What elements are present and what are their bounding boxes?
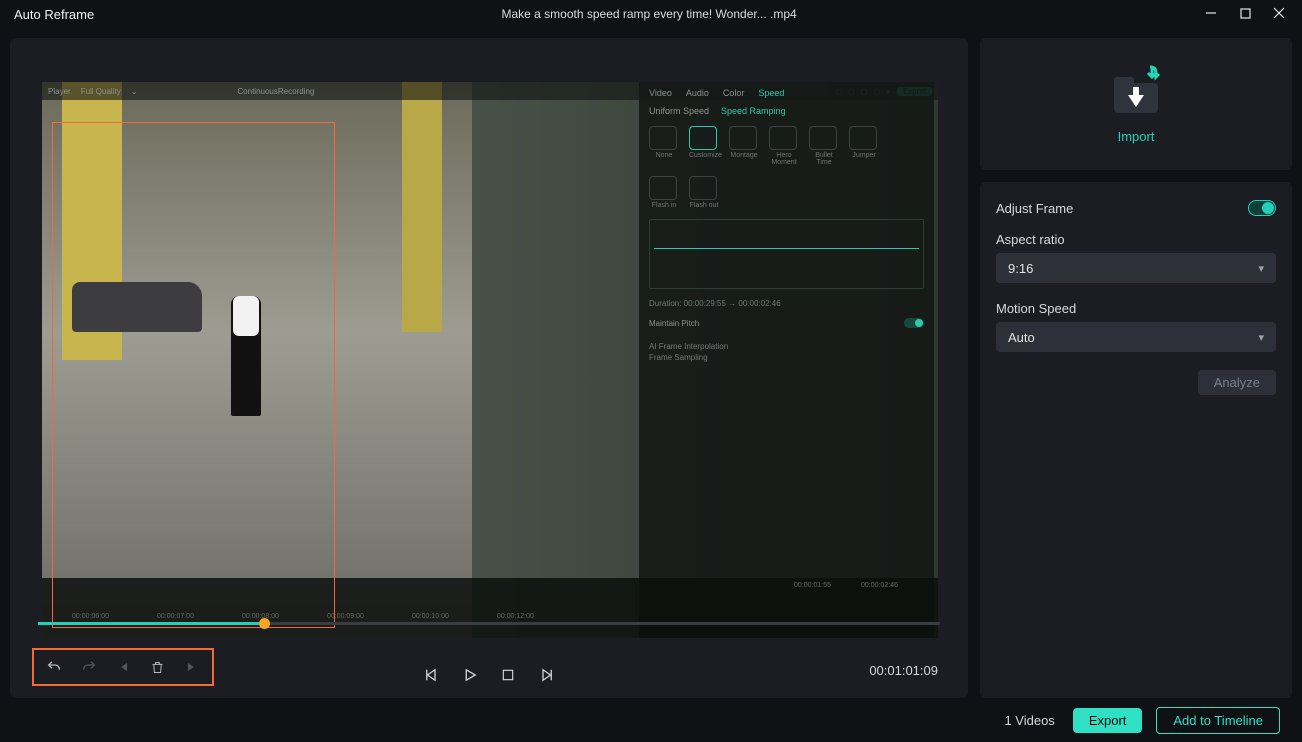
main-area: Player Full Quality ⌄ ContinuousRecordin… <box>0 28 1302 698</box>
app-title: Auto Reframe <box>8 7 94 22</box>
scrubber-thumb[interactable] <box>259 618 270 629</box>
maintain-pitch-label: Maintain Pitch <box>649 319 699 328</box>
next-frame-button[interactable] <box>537 666 555 684</box>
preview-panel: Player Full Quality ⌄ ContinuousRecordin… <box>10 38 968 698</box>
speed-curve <box>649 219 924 289</box>
inner-clip-time-b: 00:00:02:46 <box>861 582 898 589</box>
inner-quality-label: Full Quality <box>81 87 121 96</box>
duration-readout: Duration: 00:00:29:55 → 00:00:02:46 <box>649 299 924 308</box>
preset-flashin: Flash in <box>652 202 677 209</box>
maintain-pitch-toggle <box>904 318 924 328</box>
adjust-frame-label: Adjust Frame <box>996 201 1073 216</box>
window-controls <box>1204 7 1294 22</box>
side-panel: Import Adjust Frame Aspect ratio 9:16 ▾ … <box>980 38 1292 698</box>
preset-jumper: Jumper <box>852 152 875 159</box>
inner-recording-label: ContinuousRecording <box>237 87 314 96</box>
preset-customize: Customize <box>689 152 722 159</box>
motion-speed-label: Motion Speed <box>996 301 1276 316</box>
chevron-down-icon: ▾ <box>1258 262 1264 275</box>
import-card[interactable]: Import <box>980 38 1292 170</box>
chevron-down-icon: ⌄ <box>131 87 138 96</box>
export-button[interactable]: Export <box>1073 708 1143 733</box>
inner-tab-color: Color <box>723 88 745 98</box>
minimize-button[interactable] <box>1204 7 1218 22</box>
import-icon <box>1106 65 1166 121</box>
settings-card: Adjust Frame Aspect ratio 9:16 ▾ Motion … <box>980 182 1292 698</box>
preset-flashout: Flash out <box>690 202 719 209</box>
preset-montage: Montage <box>730 152 757 159</box>
inner-player-label: Player <box>48 87 71 96</box>
transport-controls <box>10 666 968 684</box>
interp-label: AI Frame Interpolation <box>649 342 924 351</box>
add-to-timeline-button[interactable]: Add to Timeline <box>1156 707 1280 734</box>
aspect-ratio-label: Aspect ratio <box>996 232 1276 247</box>
preset-bullet: Bullet Time <box>815 152 833 166</box>
motion-speed-select[interactable]: Auto ▾ <box>996 322 1276 352</box>
aspect-ratio-select[interactable]: 9:16 ▾ <box>996 253 1276 283</box>
prev-frame-button[interactable] <box>423 666 441 684</box>
aspect-ratio-value: 9:16 <box>1008 261 1033 276</box>
footer-bar: 1 Videos Export Add to Timeline <box>0 698 1302 742</box>
reframe-crop-outline[interactable] <box>52 122 335 628</box>
inner-clip-time-a: 00:00:01:55 <box>794 582 831 589</box>
chevron-down-icon: ▾ <box>1258 331 1264 344</box>
inner-subtab-ramping: Speed Ramping <box>721 106 786 116</box>
titlebar: Auto Reframe Make a smooth speed ramp ev… <box>0 0 1302 28</box>
stop-button[interactable] <box>499 666 517 684</box>
preview-column: Player Full Quality ⌄ ContinuousRecordin… <box>10 38 968 698</box>
preset-none: None <box>656 152 673 159</box>
inner-tab-speed: Speed <box>758 88 784 98</box>
timecode-display: 00:01:01:09 <box>869 663 938 678</box>
inner-tab-audio: Audio <box>686 88 709 98</box>
maximize-button[interactable] <box>1238 7 1252 22</box>
inner-tab-video: Video <box>649 88 672 98</box>
close-button[interactable] <box>1272 7 1286 22</box>
inner-subtab-uniform: Uniform Speed <box>649 106 709 116</box>
motion-speed-value: Auto <box>1008 330 1035 345</box>
video-count: 1 Videos <box>1004 713 1054 728</box>
playback-scrubber[interactable] <box>38 618 940 628</box>
analyze-button[interactable]: Analyze <box>1198 370 1276 395</box>
import-label: Import <box>1118 129 1155 144</box>
play-button[interactable] <box>461 666 479 684</box>
document-filename: Make a smooth speed ramp every time! Won… <box>94 7 1204 21</box>
preset-hero: Hero Moment <box>771 152 796 166</box>
interp-value: Frame Sampling <box>649 353 924 362</box>
adjust-frame-toggle[interactable] <box>1248 200 1276 216</box>
inner-speed-panel: Video Audio Color Speed Uniform Speed Sp… <box>639 82 934 638</box>
